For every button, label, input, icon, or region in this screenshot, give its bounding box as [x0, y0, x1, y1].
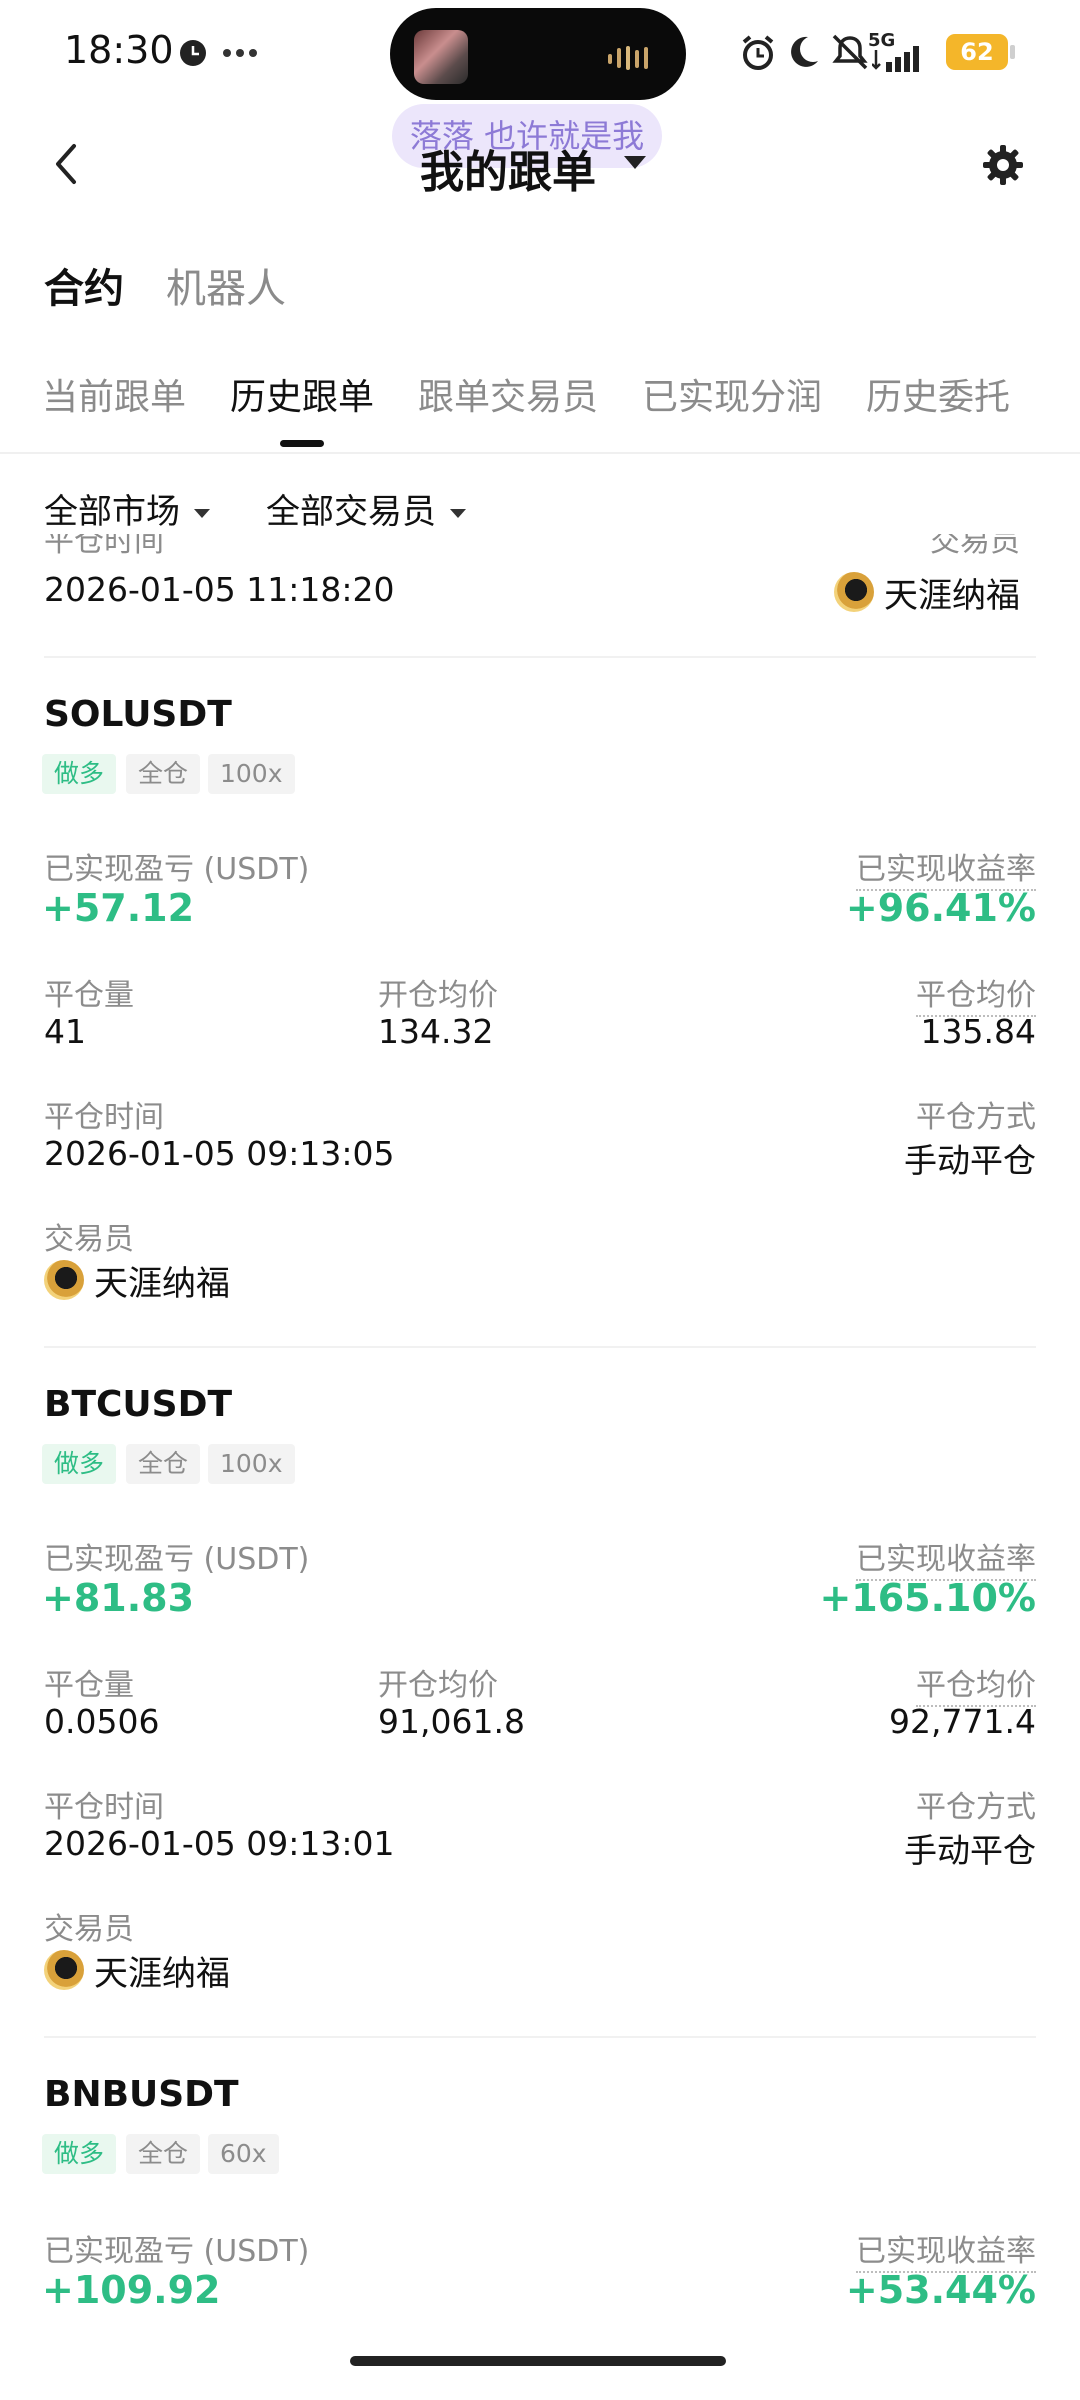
long-tag: 做多	[42, 754, 117, 794]
close-avg-label[interactable]: 平仓均价	[916, 1660, 1036, 1707]
card-divider	[44, 2036, 1036, 2038]
close-time-value: 2026-01-05 09:13:05	[44, 1134, 395, 1173]
status-bar: 18:30 5G 62	[0, 0, 1080, 110]
leverage-tag: 100x	[208, 1444, 295, 1484]
open-avg-label: 开仓均价	[378, 978, 498, 1013]
close-avg-value: 92,771.4	[889, 1702, 1036, 1741]
close-method-label: 平仓方式	[916, 1790, 1036, 1825]
clock-icon	[180, 40, 206, 66]
moon-icon	[791, 36, 818, 67]
open-avg-value: 134.32	[378, 1012, 494, 1051]
trader-name[interactable]: 天涯纳福	[94, 1256, 230, 1305]
cross-margin-tag: 全仓	[126, 754, 201, 794]
tab-robot[interactable]: 机器人	[166, 256, 286, 314]
pnl-label: 已实现盈亏 (USDT)	[44, 1542, 310, 1577]
home-indicator[interactable]	[350, 2356, 726, 2366]
roi-value: +165.10%	[819, 1576, 1036, 1620]
tab-contract[interactable]: 合约	[44, 256, 124, 314]
status-time: 18:30	[64, 28, 174, 72]
roi-label[interactable]: 已实现收益率	[856, 2226, 1036, 2273]
pnl-value: +109.92	[42, 2268, 221, 2312]
tab-copy-traders[interactable]: 跟单交易员	[418, 368, 598, 420]
pnl-value: +57.12	[42, 886, 195, 930]
close-method-label: 平仓方式	[916, 1100, 1036, 1135]
trader-label: 交易员	[44, 1912, 134, 1947]
audio-wave-icon	[608, 46, 648, 70]
trader-avatar	[44, 1260, 84, 1300]
order-symbol: SOLUSDT	[44, 694, 232, 735]
album-art-thumbnail	[414, 30, 468, 84]
close-qty-label: 平仓量	[44, 978, 134, 1013]
close-time-value: 2026-01-05 09:13:01	[44, 1824, 395, 1863]
partial-card-clip: 平仓时间 交易员	[0, 534, 1080, 564]
close-avg-value: 135.84	[920, 1012, 1036, 1051]
roi-value: +53.44%	[845, 2268, 1036, 2312]
title-dropdown-caret-icon[interactable]	[624, 156, 646, 169]
trader-filter-label: 全部交易员	[266, 492, 436, 532]
tab-realized-profit-share[interactable]: 已实现分润	[642, 368, 822, 420]
market-filter-dropdown[interactable]: 全部市场	[44, 484, 210, 533]
cross-margin-tag: 全仓	[126, 2134, 201, 2174]
partial-close-time-value: 2026-01-05 11:18:20	[44, 570, 395, 609]
signal-icon	[872, 46, 919, 72]
mute-icon	[832, 34, 868, 70]
open-avg-value: 91,061.8	[378, 1702, 525, 1741]
close-method-value: 手动平仓	[904, 1831, 1036, 1870]
long-tag: 做多	[42, 1444, 117, 1484]
cross-margin-tag: 全仓	[126, 1444, 201, 1484]
card-divider	[44, 656, 1036, 658]
order-symbol: BTCUSDT	[44, 1384, 233, 1425]
dynamic-island[interactable]	[390, 8, 686, 100]
partial-close-time-label: 平仓时间	[44, 534, 164, 559]
back-arrow-icon[interactable]	[48, 140, 84, 188]
chevron-down-icon	[194, 509, 210, 518]
active-tab-indicator	[280, 440, 324, 447]
card-divider	[44, 1346, 1036, 1348]
roi-value: +96.41%	[845, 886, 1036, 930]
trader-avatar	[834, 572, 874, 612]
leverage-tag: 100x	[208, 754, 295, 794]
close-avg-label[interactable]: 平仓均价	[916, 970, 1036, 1017]
more-dots-icon	[223, 49, 257, 57]
order-symbol: BNBUSDT	[44, 2074, 239, 2115]
close-qty-label: 平仓量	[44, 1668, 134, 1703]
close-method-value: 手动平仓	[904, 1141, 1036, 1180]
partial-trader-label: 交易员	[930, 534, 1020, 559]
tabs-divider	[0, 452, 1080, 454]
leverage-tag: 60x	[208, 2134, 279, 2174]
gear-icon[interactable]	[982, 144, 1024, 186]
long-tag: 做多	[42, 2134, 117, 2174]
close-time-label: 平仓时间	[44, 1100, 164, 1135]
battery-level: 62	[960, 38, 994, 66]
tab-history-copy[interactable]: 历史跟单	[230, 368, 374, 420]
partial-trader-name[interactable]: 天涯纳福	[884, 568, 1020, 617]
close-qty-value: 0.0506	[44, 1702, 160, 1741]
close-time-label: 平仓时间	[44, 1790, 164, 1825]
trader-label: 交易员	[44, 1222, 134, 1257]
pnl-label: 已实现盈亏 (USDT)	[44, 2234, 310, 2269]
alarm-icon	[742, 35, 774, 70]
trader-avatar	[44, 1950, 84, 1990]
battery-indicator: 62	[946, 34, 1015, 70]
trader-name[interactable]: 天涯纳福	[94, 1946, 230, 1995]
market-filter-label: 全部市场	[44, 492, 180, 532]
chevron-down-icon	[450, 509, 466, 518]
pnl-label: 已实现盈亏 (USDT)	[44, 852, 310, 887]
tab-current-copy[interactable]: 当前跟单	[42, 368, 186, 420]
close-qty-value: 41	[44, 1012, 86, 1051]
open-avg-label: 开仓均价	[378, 1668, 498, 1703]
pnl-value: +81.83	[42, 1576, 195, 1620]
tab-history-orders[interactable]: 历史委托	[866, 368, 1010, 420]
trader-filter-dropdown[interactable]: 全部交易员	[266, 484, 466, 533]
roi-label[interactable]: 已实现收益率	[856, 844, 1036, 891]
roi-label[interactable]: 已实现收益率	[856, 1534, 1036, 1581]
page-title[interactable]: 我的跟单	[420, 136, 596, 200]
